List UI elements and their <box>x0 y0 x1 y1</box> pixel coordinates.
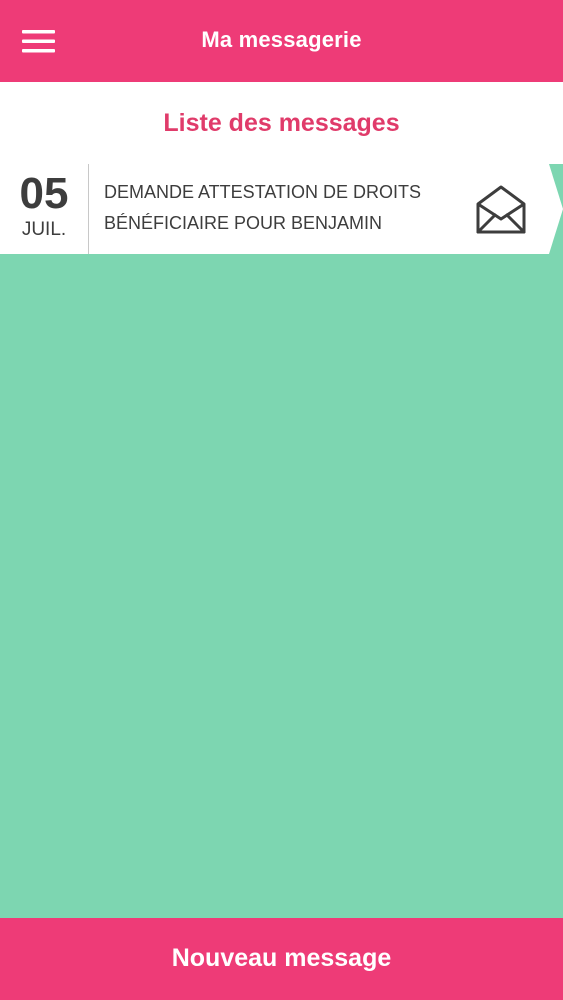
page-title: Ma messagerie <box>201 27 362 52</box>
envelope-open-icon <box>474 182 528 236</box>
message-subject: DEMANDE ATTESTATION DE DROITS BÉNÉFICIAI… <box>104 182 422 233</box>
message-list-title: Liste des messages <box>163 109 400 137</box>
message-date: 05 JUIL. <box>0 164 88 254</box>
new-message-button[interactable]: Nouveau message <box>0 918 563 1000</box>
date-divider <box>88 164 89 254</box>
message-list-header: Liste des messages <box>0 82 563 164</box>
message-date-month: JUIL. <box>21 219 67 240</box>
message-date-day: 05 <box>19 169 69 218</box>
new-message-label: Nouveau message <box>171 944 392 972</box>
top-app-bar: Ma messagerie <box>0 0 563 82</box>
message-list-item[interactable]: 05 JUIL. DEMANDE ATTESTATION DE DROITS B… <box>0 164 563 254</box>
